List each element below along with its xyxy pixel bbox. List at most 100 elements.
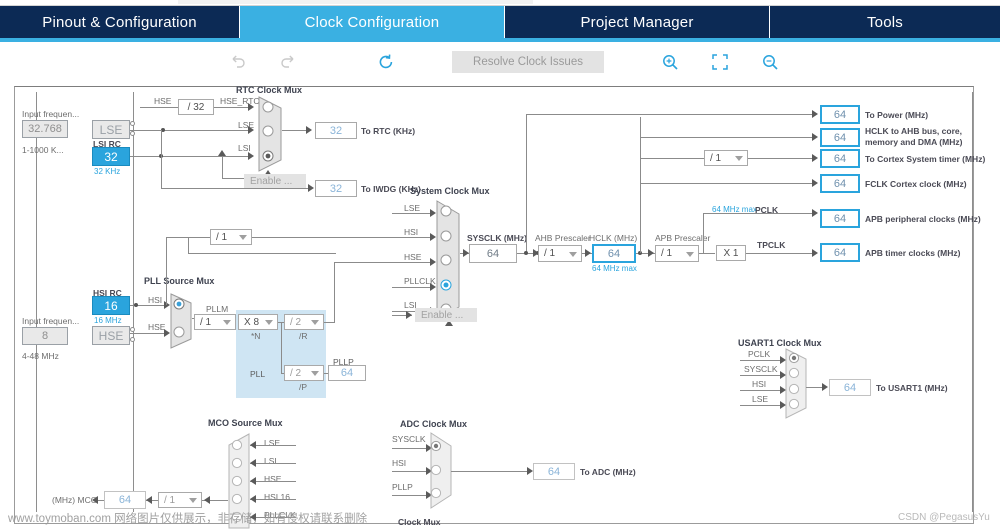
adc-output-label: To ADC (MHz)	[580, 467, 636, 477]
pllm-select[interactable]: / 1	[194, 314, 236, 330]
output-hclk-ahb-value[interactable]: 64	[820, 128, 860, 147]
arrow	[648, 249, 654, 257]
wire	[324, 322, 334, 323]
tab-pinout-configuration[interactable]: Pinout & Configuration	[0, 6, 240, 38]
pllr-value: / 2	[290, 316, 302, 328]
rtc-clock-mux-title: RTC Clock Mux	[236, 85, 303, 95]
chevron-down-icon	[189, 498, 197, 503]
wire	[130, 130, 248, 131]
adc-output-value[interactable]: 64	[533, 463, 575, 480]
lsi-value[interactable]: 32	[92, 147, 130, 166]
system-clock-mux-radios[interactable]	[439, 205, 453, 317]
hse-input-freq-field[interactable]: 8	[22, 327, 68, 345]
hsi-unit-label: 16 MHz	[94, 316, 122, 325]
mco-prescaler-value: / 1	[164, 494, 176, 506]
to-rtc-value[interactable]: 32	[315, 122, 357, 139]
watermark-left: www.toymoban.com 网络图片仅供展示，非存储，如有侵权请联系删除	[8, 513, 368, 525]
undo-icon[interactable]	[228, 52, 250, 72]
wire	[334, 262, 430, 263]
pllr-select[interactable]: / 2	[284, 314, 324, 330]
plln-select[interactable]: X 8	[238, 314, 278, 330]
rtc-enable-field[interactable]: Enable ...	[244, 174, 306, 188]
adc-input-label-pllp: PLLP	[392, 482, 413, 492]
wire	[250, 481, 296, 482]
wire	[188, 237, 189, 253]
canvas-rail-left	[36, 92, 37, 512]
output-hclk-ahb-label: HCLK to AHB bus, core,	[865, 126, 962, 136]
zoom-in-icon[interactable]	[660, 52, 682, 72]
pllp-output-value[interactable]: 64	[328, 365, 366, 381]
fit-to-screen-icon[interactable]	[710, 52, 732, 72]
cortex-timer-prescaler-value: / 1	[710, 152, 722, 164]
arrow	[812, 154, 818, 162]
output-cortex-timer-label: To Cortex System timer (MHz)	[865, 154, 986, 164]
apb-prescaler-select[interactable]: / 1	[655, 245, 699, 262]
refresh-icon[interactable]	[376, 52, 398, 72]
cortex-timer-prescaler-select[interactable]: / 1	[704, 150, 748, 166]
tab-project-manager[interactable]: Project Manager	[505, 6, 770, 38]
tab-clock-configuration[interactable]: Clock Configuration	[240, 6, 505, 38]
redo-icon[interactable]	[278, 52, 300, 72]
tab-label: Pinout & Configuration	[42, 13, 197, 31]
rtc-hse-divider[interactable]: / 32	[178, 99, 214, 115]
output-fclk-label: FCLK Cortex clock (MHz)	[865, 179, 967, 189]
wire	[250, 445, 296, 446]
usart1-mux-radios[interactable]	[787, 352, 801, 416]
pclk-max-label: 64 MHz max	[712, 205, 757, 214]
sysclk-value[interactable]: 64	[469, 244, 517, 263]
arrow-left	[250, 495, 256, 503]
chevron-down-icon	[686, 251, 694, 257]
wire	[526, 114, 527, 253]
hclk-value[interactable]: 64	[592, 244, 636, 263]
adc-input-label-hsi: HSI	[392, 458, 407, 468]
hse-oscillator[interactable]: HSE	[92, 326, 130, 345]
wire	[250, 463, 296, 464]
usart1-output-value[interactable]: 64	[829, 379, 871, 396]
wire	[740, 390, 780, 391]
wire	[392, 448, 426, 449]
arrow	[306, 126, 312, 134]
wire	[392, 287, 430, 288]
wire	[214, 107, 248, 108]
output-fclk-value[interactable]: 64	[820, 174, 860, 193]
tpclk-multiplier[interactable]: X 1	[716, 245, 746, 261]
hse-input-freq-label: Input frequen...	[22, 316, 80, 326]
mco-prescaler-select[interactable]: / 1	[158, 492, 202, 508]
system-enable-field[interactable]: Enable ...	[415, 308, 477, 322]
chevron-down-icon	[311, 320, 319, 325]
output-cortex-timer-value[interactable]: 64	[820, 149, 860, 168]
hclk-max-label: 64 MHz max	[592, 264, 637, 273]
zoom-out-icon[interactable]	[760, 52, 782, 72]
rtc-mux-radios[interactable]	[261, 101, 275, 167]
hse-range-label: 4-48 MHz	[22, 351, 59, 361]
adc-mux-radios[interactable]	[429, 440, 443, 502]
hsi-value[interactable]: 16	[92, 296, 130, 315]
wire	[130, 156, 248, 157]
mco-input-label-hse: HSE	[264, 474, 282, 484]
hclk-label: HCLK (MHz)	[589, 233, 638, 243]
resolve-clock-issues-button[interactable]: Resolve Clock Issues	[452, 51, 604, 73]
lse-pin-1	[130, 121, 135, 126]
canvas-rail-mid	[133, 92, 134, 512]
lse-input-freq-field[interactable]: 32.768	[22, 120, 68, 138]
ahb-prescaler-select[interactable]: / 1	[538, 245, 582, 262]
top-strip-segment	[178, 0, 533, 4]
arrow	[308, 184, 314, 192]
top-prescaler-select[interactable]: / 1	[210, 229, 252, 245]
mco-output-value[interactable]: 64	[104, 491, 146, 509]
arrow	[822, 383, 828, 391]
arrow-left	[92, 496, 98, 504]
pllp-select[interactable]: / 2	[284, 365, 324, 381]
apb-timer-value[interactable]: 64	[820, 243, 860, 262]
pll-source-mux-radios[interactable]	[172, 297, 186, 345]
apb-peripheral-value[interactable]: 64	[820, 209, 860, 228]
arrow-left	[204, 496, 210, 504]
pllp-caption: /P	[299, 382, 308, 392]
lse-oscillator[interactable]: LSE	[92, 120, 130, 139]
wire	[222, 156, 223, 178]
pll-source-input-label-hsi: HSI	[148, 295, 163, 305]
sysmux-input-label-hse: HSE	[404, 252, 422, 262]
to-iwdg-value[interactable]: 32	[315, 180, 357, 197]
tab-tools[interactable]: Tools	[770, 6, 1000, 38]
output-to-power-value[interactable]: 64	[820, 105, 860, 124]
